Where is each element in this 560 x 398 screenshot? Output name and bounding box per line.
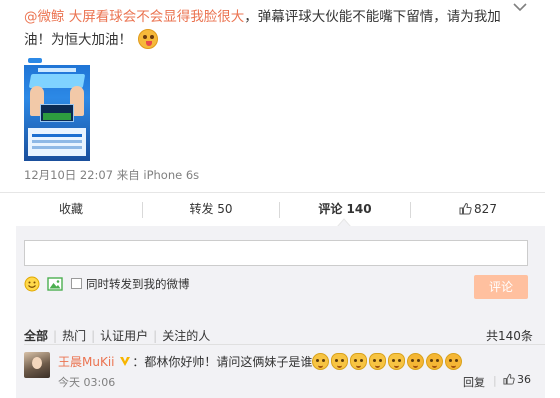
filter-following[interactable]: 关注的人 xyxy=(162,329,210,343)
filter-divider xyxy=(24,344,545,345)
filter-separator: | xyxy=(153,329,158,343)
commenter-avatar[interactable] xyxy=(24,352,50,378)
comment-item: 王晨MuKii ：都林你好帅！请问这俩妹子是谁 xyxy=(58,353,464,370)
filter-all[interactable]: 全部 xyxy=(24,329,48,343)
thumbs-up-icon xyxy=(459,202,472,215)
filter-separator: | xyxy=(53,329,58,343)
mention-link[interactable]: @微鲸 xyxy=(24,9,65,25)
filter-separator: | xyxy=(91,329,96,343)
thumbs-up-icon xyxy=(503,373,515,385)
chevron-down-icon[interactable] xyxy=(513,2,527,12)
comment-panel: 同时转发到我的微博 评论 全部 | 热门 | 认证用户 | 关注的人 共140条 王晨MuK… xyxy=(16,226,545,398)
post-meta: 12月10日 22:07 来自 iPhone 6s xyxy=(24,167,199,183)
action-bar: 收藏 转发 50 评论 140 827 xyxy=(0,192,545,226)
cat-emoji-icon xyxy=(331,353,349,370)
commenter-name[interactable]: 王晨MuKii xyxy=(58,355,115,369)
comment-input[interactable] xyxy=(24,240,528,266)
comment-filters: 全部 | 热门 | 认证用户 | 关注的人 xyxy=(24,327,210,344)
thumb-logo xyxy=(28,58,42,63)
thumb-subtitle xyxy=(38,68,76,72)
like-count: 827 xyxy=(474,202,497,216)
vip-badge-icon xyxy=(120,357,131,366)
topic-link[interactable]: 大屏看球会不会显得我脸很大 xyxy=(69,9,245,25)
reply-separator: | xyxy=(493,374,497,387)
filter-verified[interactable]: 认证用户 xyxy=(100,329,148,343)
filter-hot[interactable]: 热门 xyxy=(62,329,86,343)
grin-emoji-icon xyxy=(312,353,330,370)
submit-comment-button[interactable]: 评论 xyxy=(474,275,528,299)
thumb-tv xyxy=(40,104,74,122)
post-text: @微鲸 大屏看球会不会显得我脸很大，弹幕评球大伙能不能嘴下留情，请为我加油！为恒… xyxy=(24,6,524,52)
comment-time: 今天 03:06 xyxy=(58,376,116,389)
grin-emoji-icon xyxy=(138,29,159,49)
repost-checkbox-label: 同时转发到我的微博 xyxy=(86,277,190,291)
laugh-emoji-icon xyxy=(407,353,425,370)
like-button[interactable]: 827 xyxy=(411,193,545,227)
comment-like-button[interactable]: 36 xyxy=(503,373,531,386)
comment-like-count: 36 xyxy=(517,373,531,386)
picture-icon[interactable] xyxy=(47,276,63,292)
post-source[interactable]: iPhone 6s xyxy=(143,168,199,182)
post-image-thumbnail[interactable] xyxy=(24,56,90,161)
reply-button[interactable]: 回复 xyxy=(463,374,485,390)
cat-emoji-icon xyxy=(350,353,368,370)
post-time[interactable]: 12月10日 22:07 xyxy=(24,168,113,182)
smiley-icon[interactable] xyxy=(24,276,40,292)
laugh-emoji-icon xyxy=(426,353,444,370)
comment-total: 共140条 xyxy=(486,329,533,343)
favorite-button[interactable]: 收藏 xyxy=(0,193,142,227)
post-source-prefix: 来自 xyxy=(116,168,140,182)
cat-emoji-icon xyxy=(369,353,387,370)
comment-text: ：都林你好帅！请问这俩妹子是谁 xyxy=(132,355,313,369)
laugh-emoji-icon xyxy=(445,353,463,370)
thumb-footer xyxy=(28,128,86,156)
cat-emoji-icon xyxy=(388,353,406,370)
repost-button[interactable]: 转发 50 xyxy=(143,193,279,227)
repost-checkbox[interactable] xyxy=(71,278,82,289)
